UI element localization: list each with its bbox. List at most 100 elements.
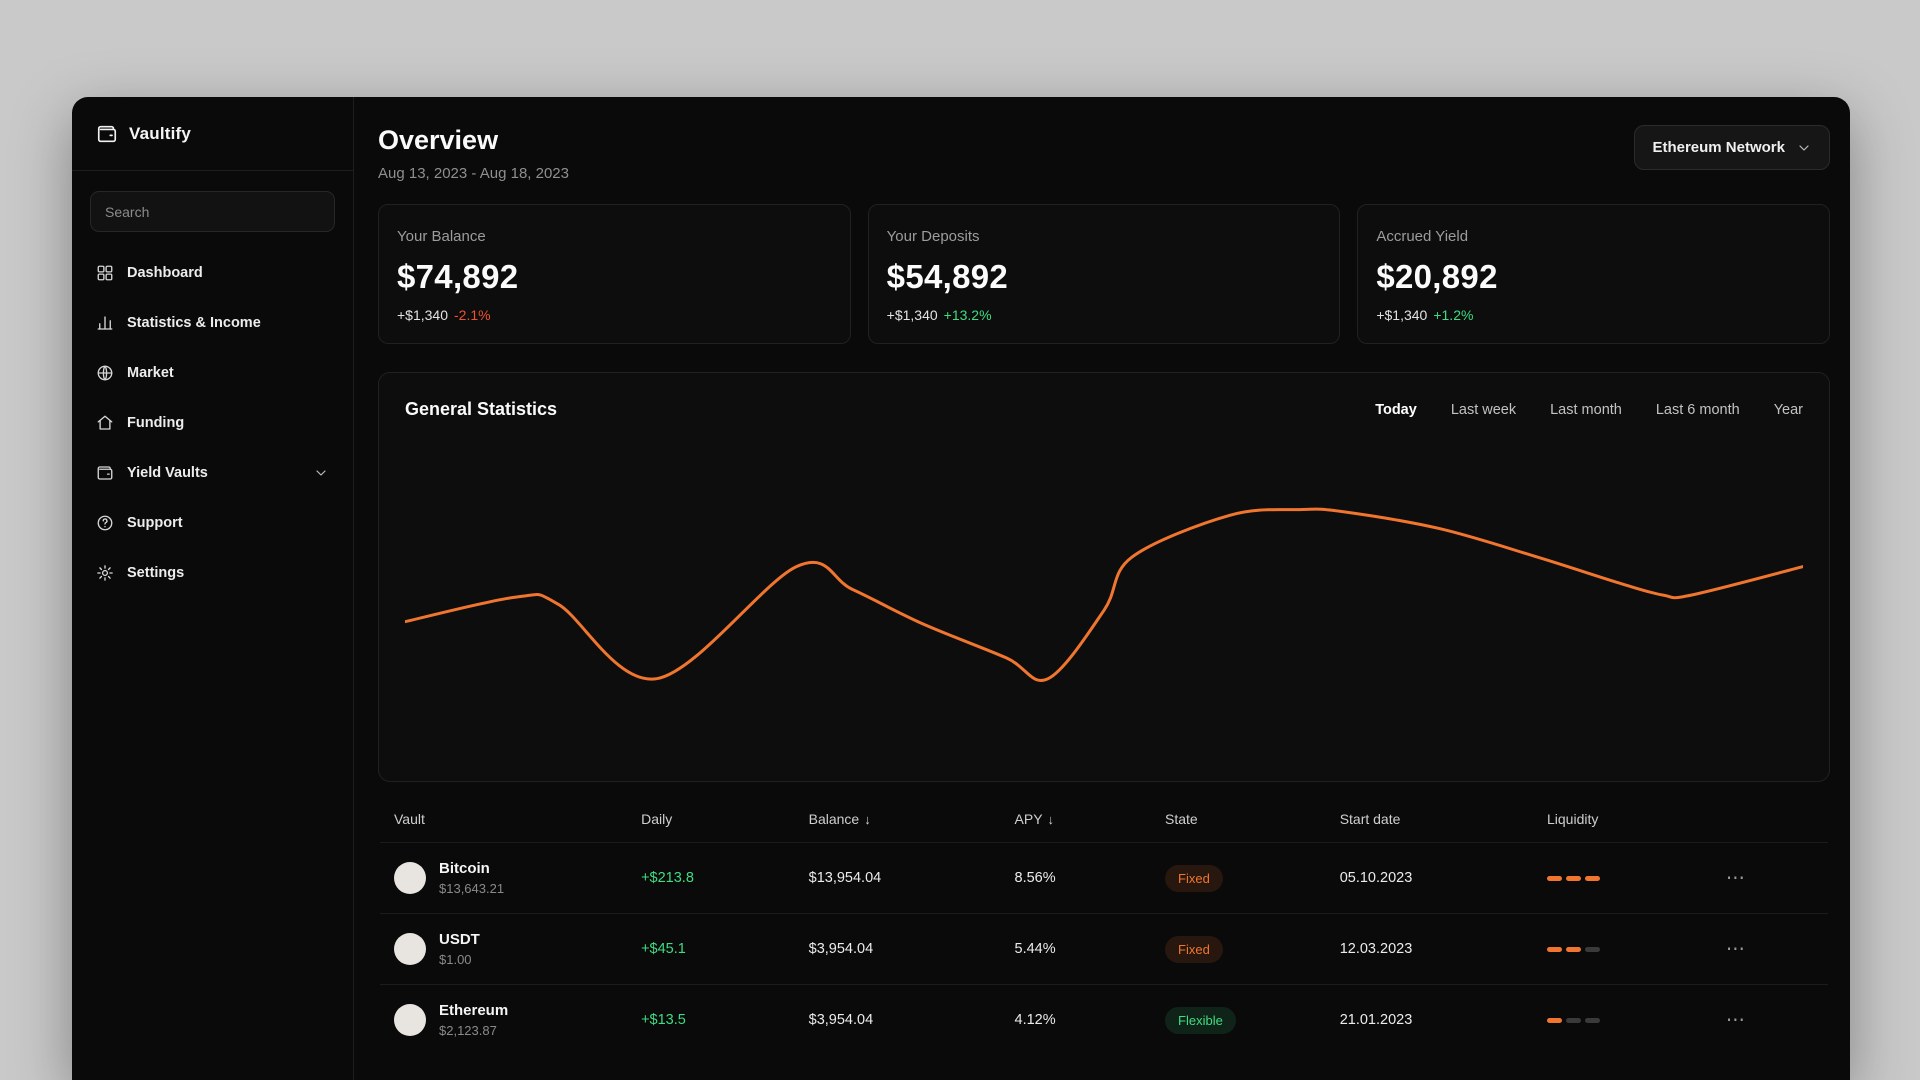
liquidity-indicator bbox=[1547, 875, 1726, 881]
apy-value: 4.12% bbox=[1014, 1012, 1056, 1028]
stat-change-abs: +$1,340 bbox=[397, 307, 448, 323]
wallet-icon bbox=[96, 464, 114, 482]
balance-value: $3,954.04 bbox=[808, 941, 874, 957]
sidebar-item-yield-vaults[interactable]: Yield Vaults bbox=[90, 448, 335, 498]
row-menu-icon[interactable]: ⋯ bbox=[1726, 1009, 1814, 1032]
page-title: Overview bbox=[378, 125, 499, 155]
chart-tab-last-week[interactable]: Last week bbox=[1451, 402, 1516, 418]
column-header-daily: Daily bbox=[641, 811, 673, 827]
daily-change: +$45.1 bbox=[641, 941, 686, 957]
chart-title: General Statistics bbox=[405, 399, 558, 419]
sidebar-item-label: Market bbox=[127, 365, 174, 381]
liquidity-indicator bbox=[1547, 1017, 1726, 1023]
chevron-down-icon bbox=[1796, 140, 1812, 156]
coin-avatar bbox=[394, 933, 426, 965]
table-row[interactable]: USDT $1.00 +$45.1 $3,954.04 5.44% Fixed … bbox=[380, 913, 1828, 984]
support-icon bbox=[96, 514, 114, 532]
stat-label: Accrued Yield bbox=[1376, 228, 1469, 245]
start-date: 12.03.2023 bbox=[1339, 941, 1413, 957]
sidebar-item-support[interactable]: Support bbox=[90, 498, 335, 548]
table-row[interactable]: Ethereum $2,123.87 +$13.5 $3,954.04 4.12… bbox=[380, 984, 1828, 1055]
daily-change: +$213.8 bbox=[641, 870, 694, 886]
logo: Vaultify bbox=[72, 97, 353, 171]
column-header-start-date: Start date bbox=[1339, 811, 1401, 827]
sidebar-item-market[interactable]: Market bbox=[90, 348, 335, 398]
chart-line bbox=[405, 509, 1803, 680]
sort-desc-icon: ↓ bbox=[864, 811, 871, 827]
coin-avatar bbox=[394, 1004, 426, 1036]
stat-change-pct: +1.2% bbox=[1433, 307, 1474, 323]
chart-range-tabs: Today Last week Last month Last 6 month … bbox=[1375, 402, 1803, 418]
dashboard-icon bbox=[96, 264, 114, 282]
wallet-logo-icon bbox=[96, 123, 118, 145]
column-header-balance[interactable]: Balance ↓ bbox=[809, 811, 1015, 827]
sidebar-item-settings[interactable]: Settings bbox=[90, 548, 335, 598]
chart-tab-today[interactable]: Today bbox=[1375, 402, 1417, 418]
stat-label: Your Balance bbox=[397, 228, 486, 245]
stat-change-pct: +13.2% bbox=[943, 307, 992, 323]
stat-change-abs: +$1,340 bbox=[1376, 307, 1428, 323]
sidebar-item-label: Support bbox=[127, 515, 183, 531]
row-menu-icon[interactable]: ⋯ bbox=[1726, 938, 1814, 961]
app-title: Vaultify bbox=[129, 123, 192, 143]
vault-price: $1.00 bbox=[439, 952, 472, 967]
status-badge: Fixed bbox=[1165, 935, 1223, 963]
column-header-vault: Vault bbox=[394, 811, 425, 827]
sidebar-item-dashboard[interactable]: Dashboard bbox=[90, 248, 335, 298]
vaults-table: Vault Daily Balance ↓ APY ↓ State Start da… bbox=[378, 796, 1830, 1055]
sidebar-item-label: Statistics & Income bbox=[127, 315, 261, 331]
vault-price: $13,643.21 bbox=[439, 881, 505, 896]
start-date: 05.10.2023 bbox=[1339, 870, 1413, 886]
status-badge: Flexible bbox=[1165, 1006, 1236, 1034]
coin-avatar bbox=[394, 862, 426, 894]
balance-value: $13,954.04 bbox=[808, 870, 882, 886]
home-icon bbox=[96, 414, 114, 432]
sidebar-nav: Dashboard Statistics & Income Market Fun… bbox=[90, 248, 335, 598]
row-menu-icon[interactable]: ⋯ bbox=[1726, 867, 1814, 890]
sidebar: Vaultify Dashboard Statistics & Income bbox=[72, 97, 354, 1080]
vault-name: Bitcoin bbox=[439, 860, 490, 877]
sidebar-item-label: Dashboard bbox=[127, 265, 203, 281]
apy-value: 8.56% bbox=[1014, 870, 1056, 886]
start-date: 21.01.2023 bbox=[1339, 1012, 1413, 1028]
table-header: Vault Daily Balance ↓ APY ↓ State Start da… bbox=[380, 796, 1828, 842]
column-header-apy[interactable]: APY ↓ bbox=[1015, 811, 1166, 827]
apy-value: 5.44% bbox=[1014, 941, 1056, 957]
chart-tab-last-6-month[interactable]: Last 6 month bbox=[1656, 402, 1740, 418]
table-row[interactable]: Bitcoin $13,643.21 +$213.8 $13,954.04 8.… bbox=[380, 842, 1828, 913]
vault-price: $2,123.87 bbox=[439, 1023, 497, 1038]
main-content: Overview Aug 13, 2023 - Aug 18, 2023 Eth… bbox=[354, 97, 1850, 1080]
chevron-down-icon bbox=[313, 465, 329, 481]
vault-name: USDT bbox=[439, 931, 480, 948]
network-selector[interactable]: Ethereum Network bbox=[1634, 125, 1830, 170]
stat-value: $74,892 bbox=[397, 258, 519, 295]
stat-card-yield: Accrued Yield $20,892 +$1,340 +1.2% bbox=[1357, 204, 1831, 344]
gear-icon bbox=[96, 564, 114, 582]
stat-card-balance: Your Balance $74,892 +$1,340 -2.1% bbox=[378, 204, 851, 344]
stat-card-deposits: Your Deposits $54,892 +$1,340 +13.2% bbox=[867, 204, 1341, 344]
sidebar-item-label: Settings bbox=[127, 565, 185, 581]
sidebar-item-statistics[interactable]: Statistics & Income bbox=[90, 298, 335, 348]
network-selector-label: Ethereum Network bbox=[1652, 139, 1785, 156]
sidebar-item-funding[interactable]: Funding bbox=[90, 398, 335, 448]
status-badge: Fixed bbox=[1165, 864, 1223, 892]
general-statistics-card: General Statistics Today Last week Last … bbox=[378, 372, 1830, 782]
search-input[interactable] bbox=[90, 191, 335, 232]
chart-tab-year[interactable]: Year bbox=[1774, 402, 1803, 418]
daily-change: +$13.5 bbox=[641, 1012, 686, 1028]
stats-icon bbox=[96, 314, 114, 332]
column-header-liquidity: Liquidity bbox=[1547, 811, 1599, 827]
sidebar-item-label: Yield Vaults bbox=[127, 465, 208, 481]
liquidity-indicator bbox=[1547, 946, 1726, 952]
app-window: Vaultify Dashboard Statistics & Income bbox=[72, 97, 1850, 1080]
chart-tab-last-month[interactable]: Last month bbox=[1550, 402, 1622, 418]
sidebar-item-label: Funding bbox=[127, 415, 185, 431]
stat-value: $20,892 bbox=[1376, 258, 1498, 295]
globe-icon bbox=[96, 364, 114, 382]
stat-change-abs: +$1,340 bbox=[886, 307, 938, 323]
date-range: Aug 13, 2023 - Aug 18, 2023 bbox=[378, 165, 569, 182]
stat-cards: Your Balance $74,892 +$1,340 -2.1% Your … bbox=[378, 204, 1831, 344]
stat-value: $54,892 bbox=[886, 258, 1009, 295]
column-header-state: State bbox=[1165, 811, 1198, 827]
balance-value: $3,954.04 bbox=[808, 1012, 874, 1028]
